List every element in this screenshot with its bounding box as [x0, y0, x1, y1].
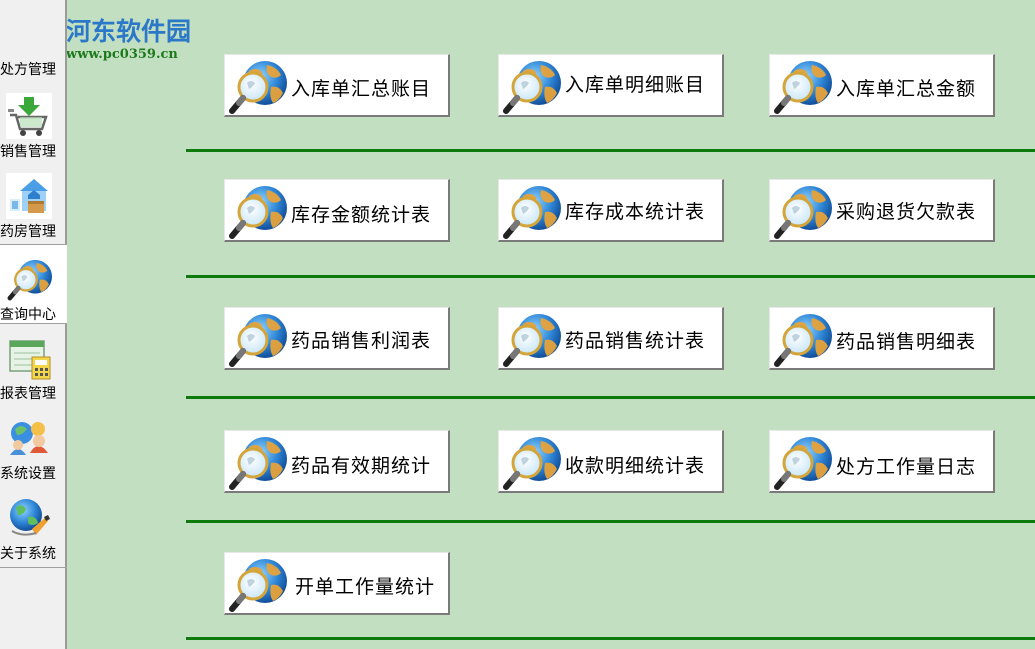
report-button-billing-workload-stats[interactable]: 开单工作量统计: [224, 552, 450, 615]
report-button-label: 药品有效期统计: [291, 455, 432, 477]
report-button-drug-expiry-stats[interactable]: 药品有效期统计: [224, 430, 450, 493]
report-button-payment-detail-stats[interactable]: 收款明细统计表: [498, 430, 724, 493]
report-button-label: 药品销售利润表: [291, 330, 432, 352]
globe-magnifier-icon: [227, 555, 287, 613]
report-button-label: 开单工作量统计: [295, 576, 436, 598]
section-divider: [186, 149, 1035, 152]
sidebar-divider: [0, 567, 67, 568]
report-button-inbound-summary-ledger[interactable]: 入库单汇总账目: [224, 54, 450, 117]
sidebar: 处方管理 销售管理 药房管理 查询中心 报表管理 系统设置 关于系统: [0, 0, 67, 649]
sidebar-item-label: 销售管理: [0, 144, 56, 160]
globe-magnifier-icon: [501, 57, 561, 115]
section-divider: [186, 396, 1035, 399]
globe-magnifier-icon: [227, 433, 287, 491]
watermark-title: 河东软件园: [66, 17, 192, 46]
report-button-stock-cost-stats[interactable]: 库存成本统计表: [498, 179, 724, 242]
report-button-prescription-workload-log[interactable]: 处方工作量日志: [769, 430, 995, 493]
sidebar-item-prescription[interactable]: 处方管理: [0, 0, 67, 80]
system-settings-icon: [10, 422, 48, 455]
sidebar-item-label: 查询中心: [0, 307, 56, 323]
report-button-label: 处方工作量日志: [836, 456, 977, 478]
report-button-label: 药品销售统计表: [565, 330, 706, 352]
globe-magnifier-icon: [772, 57, 832, 115]
section-divider: [186, 637, 1035, 640]
globe-magnifier-icon: [772, 433, 832, 491]
sidebar-item-sales[interactable]: 销售管理: [0, 82, 67, 162]
section-divider: [186, 275, 1035, 278]
report-button-stock-amount-stats[interactable]: 库存金额统计表: [224, 179, 450, 242]
report-button-label: 入库单汇总金额: [836, 78, 977, 100]
report-button-inbound-detail-ledger[interactable]: 入库单明细账目: [498, 54, 724, 117]
globe-magnifier-icon: [6, 256, 52, 302]
watermark-url: www.pc0359.cn: [66, 47, 178, 62]
sidebar-item-label: 报表管理: [0, 386, 56, 402]
report-button-label: 入库单汇总账目: [291, 78, 432, 100]
report-button-label: 库存成本统计表: [565, 201, 706, 223]
globe-magnifier-icon: [501, 433, 561, 491]
sidebar-item-label: 处方管理: [0, 62, 56, 78]
globe-magnifier-icon: [501, 182, 561, 240]
report-button-label: 库存金额统计表: [291, 204, 432, 226]
report-button-label: 入库单明细账目: [565, 74, 706, 96]
shopping-cart-icon: [6, 93, 52, 139]
report-button-inbound-summary-amount[interactable]: 入库单汇总金额: [769, 54, 995, 117]
report-button-label: 药品销售明细表: [836, 331, 977, 353]
sidebar-item-label: 系统设置: [0, 466, 56, 482]
about-globe-icon: [10, 499, 50, 536]
sidebar-item-query-center[interactable]: 查询中心: [0, 244, 67, 324]
section-divider: [186, 520, 1035, 523]
sidebar-item-reports[interactable]: 报表管理: [0, 324, 67, 404]
sidebar-item-system-settings[interactable]: 系统设置: [0, 404, 67, 484]
globe-magnifier-icon: [227, 310, 287, 368]
globe-magnifier-icon: [227, 57, 287, 115]
report-button-drug-sales-detail[interactable]: 药品销售明细表: [769, 307, 995, 370]
report-button-drug-sales-profit[interactable]: 药品销售利润表: [224, 307, 450, 370]
report-button-label: 收款明细统计表: [565, 455, 706, 477]
report-button-label: 采购退货欠款表: [836, 201, 977, 223]
sidebar-item-pharmacy[interactable]: 药房管理: [0, 162, 67, 242]
sidebar-item-label: 药房管理: [0, 224, 56, 240]
report-button-drug-sales-stats[interactable]: 药品销售统计表: [498, 307, 724, 370]
globe-magnifier-icon: [227, 182, 287, 240]
globe-magnifier-icon: [772, 182, 832, 240]
sidebar-item-label: 关于系统: [0, 546, 56, 562]
sidebar-item-about[interactable]: 关于系统: [0, 484, 67, 564]
report-button-purchase-return-debt[interactable]: 采购退货欠款表: [769, 179, 995, 242]
pharmacy-box-icon: [6, 173, 52, 219]
globe-magnifier-icon: [501, 310, 561, 368]
report-calculator-icon: [9, 340, 51, 380]
globe-magnifier-icon: [772, 310, 832, 368]
